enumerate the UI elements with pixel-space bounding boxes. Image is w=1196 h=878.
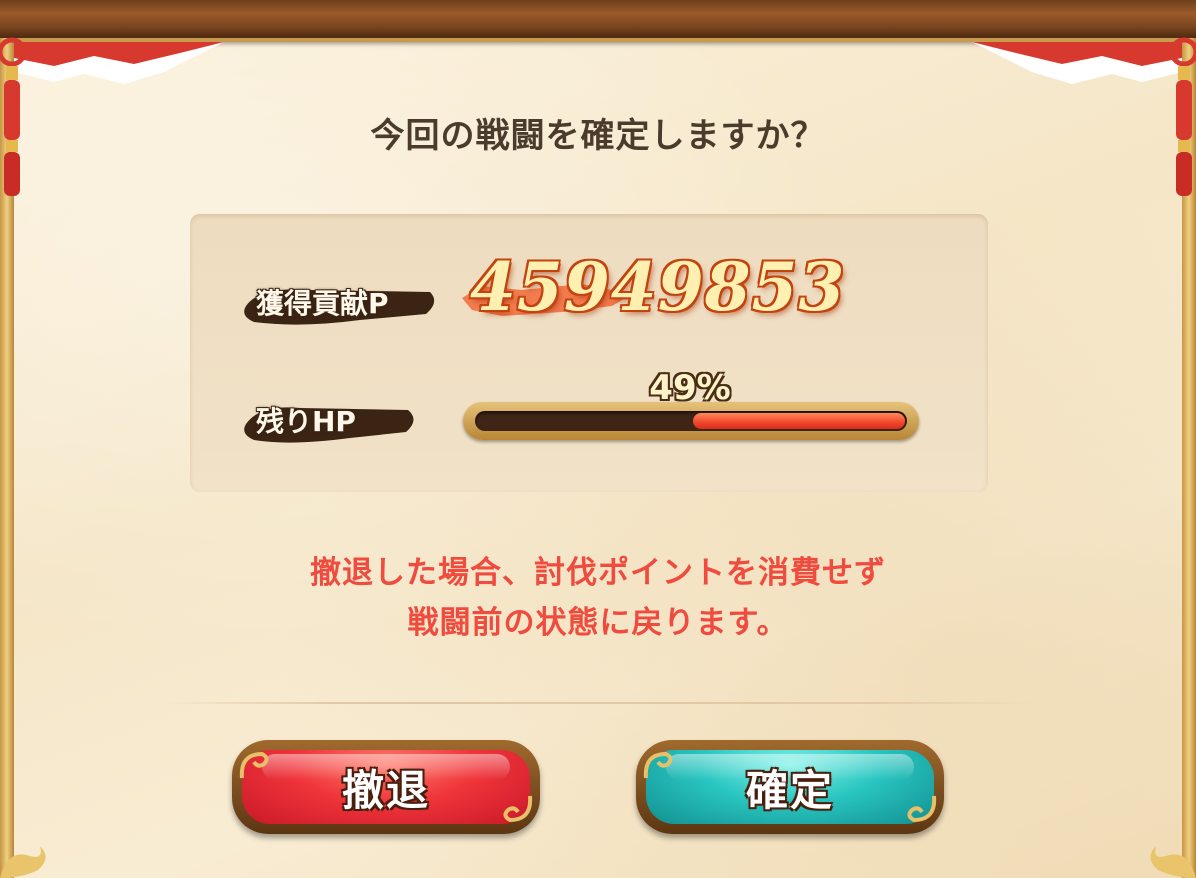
- hp-percent-text: 49%: [649, 368, 731, 408]
- confirm-button-label: 確定: [745, 765, 834, 815]
- left-corner-ornament-icon: [0, 846, 46, 878]
- points-value: 45949853: [470, 248, 846, 326]
- points-label: 獲得貢献P: [256, 287, 389, 320]
- right-drape-decoration: [972, 42, 1182, 84]
- retreat-warning-text: 撤退した場合、討伐ポイントを消費せず 戦闘前の状態に戻ります。: [0, 548, 1196, 648]
- right-corner-ornament-icon: [1150, 846, 1196, 878]
- hp-bar-track: [475, 411, 907, 431]
- hp-label: 残りHP: [256, 405, 356, 438]
- battle-confirm-dialog: 今回の戦闘を確定しますか？ 獲得貢献P 45949853 残りHP 49% 撤退…: [0, 0, 1196, 878]
- retreat-button[interactable]: 撤退: [232, 740, 540, 834]
- hp-bar-fill: [693, 413, 905, 429]
- dialog-title: 今回の戦闘を確定しますか？: [370, 116, 826, 156]
- confirm-button[interactable]: 確定: [636, 740, 944, 834]
- divider-line: [160, 702, 1036, 704]
- warning-line-1: 撤退した場合、討伐ポイントを消費せず: [310, 555, 886, 591]
- warning-line-2: 戦闘前の状態に戻ります。: [407, 605, 789, 641]
- retreat-button-label: 撤退: [341, 765, 430, 815]
- left-drape-decoration: [14, 42, 224, 84]
- top-wooden-frame: [0, 0, 1196, 42]
